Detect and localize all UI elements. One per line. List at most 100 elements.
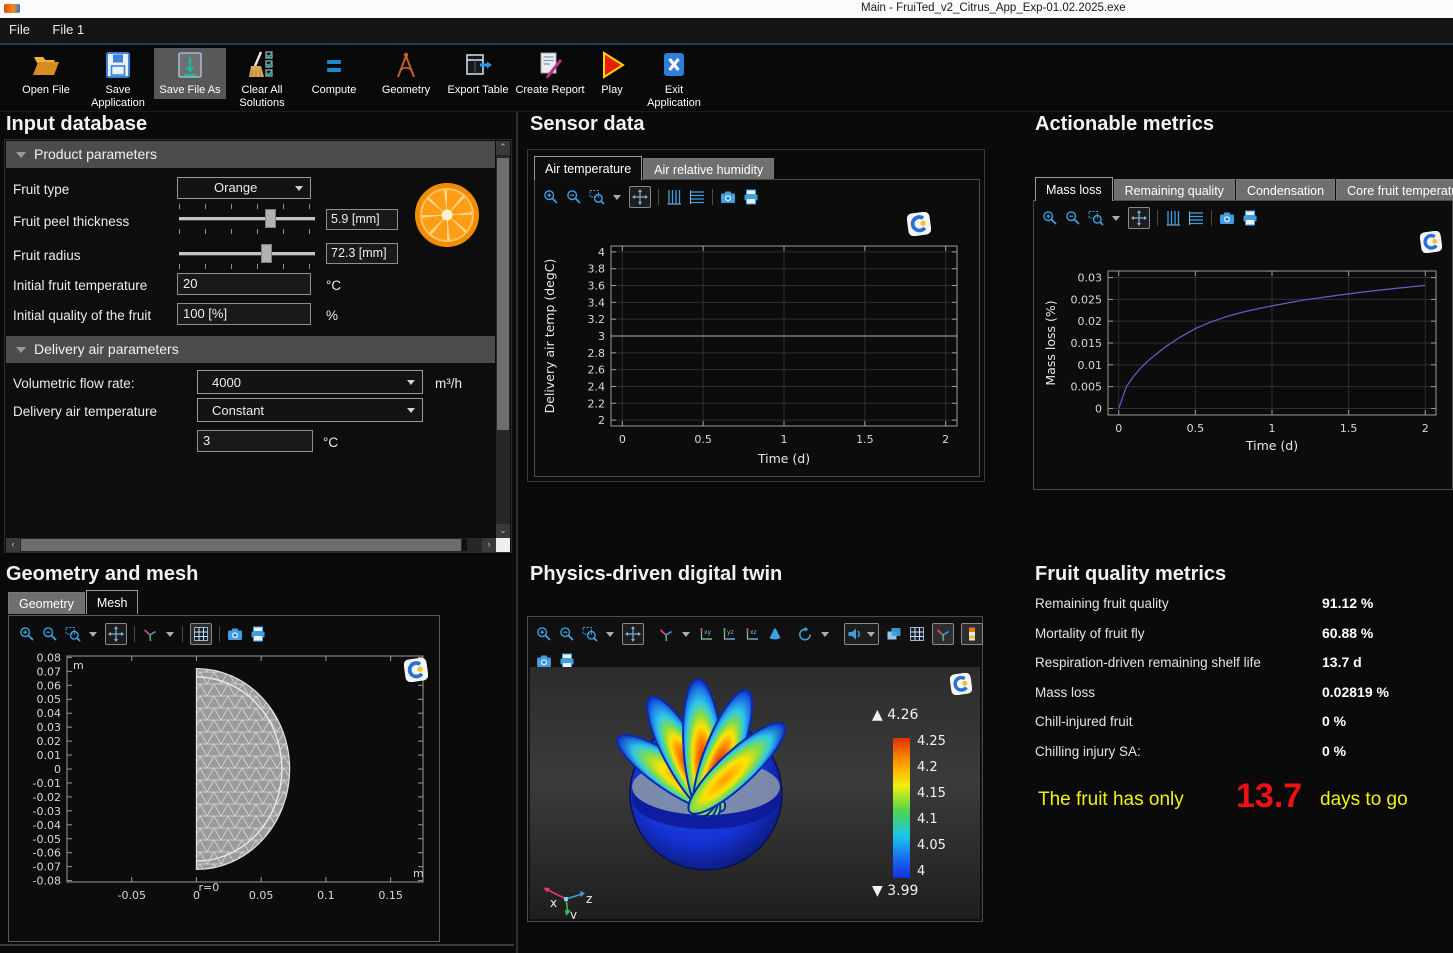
view-xy-icon[interactable] (698, 626, 714, 642)
fruit-radius-slider[interactable] (179, 237, 315, 271)
zoom-in-icon[interactable] (543, 189, 559, 205)
chevron-down-icon[interactable] (866, 631, 876, 638)
product-parameters-header[interactable]: Product parameters (6, 141, 495, 168)
horizontal-scrollbar[interactable]: ‹ › (6, 538, 496, 552)
zoom-out-icon[interactable] (566, 189, 582, 205)
zoom-in-icon[interactable] (19, 626, 35, 642)
snapshot-icon[interactable] (227, 626, 243, 642)
horizontal-scroll-thumb[interactable] (21, 539, 461, 551)
open-file-button[interactable]: Open File (10, 48, 82, 99)
print-icon[interactable] (1242, 210, 1258, 226)
initial-fruit-temperature-input[interactable]: 20 (177, 273, 311, 295)
zoom-in-icon[interactable] (536, 626, 552, 642)
zoom-in-icon[interactable] (1042, 210, 1058, 226)
show-grid-button[interactable] (190, 623, 212, 645)
fruit-radius-value[interactable]: 72.3 [mm] (326, 243, 398, 264)
zoom-box-icon[interactable] (582, 626, 598, 642)
slider-track[interactable] (179, 217, 315, 220)
show-color-legend-button[interactable] (961, 623, 983, 645)
fruit-type-dropdown[interactable]: Orange (177, 177, 311, 199)
zoom-box-icon[interactable] (1088, 210, 1104, 226)
digital-twin-scene[interactable]: x y z ▲ 4.26 4.25 4.2 4.15 4.1 4.05 4 ▼ … (530, 667, 980, 919)
chevron-down-icon (407, 408, 415, 413)
exit-application-button[interactable]: Exit Application (638, 48, 710, 112)
zoom-extents-button[interactable] (105, 623, 127, 645)
tab-core-fruit-temperature[interactable]: Core fruit temperature (1336, 179, 1453, 201)
zoom-extents-button[interactable] (1128, 207, 1150, 229)
slider-track[interactable] (179, 252, 315, 255)
play-button[interactable]: Play (586, 48, 638, 99)
scroll-right-arrow[interactable]: › (482, 538, 496, 552)
vertical-scrollbar[interactable]: ⌃ ⌄ (496, 141, 510, 538)
zoom-out-icon[interactable] (42, 626, 58, 642)
export-table-button[interactable]: Export Table (442, 48, 514, 99)
delivery-air-parameters-header[interactable]: Delivery air parameters (6, 336, 495, 363)
view-yz-icon[interactable] (721, 626, 737, 642)
volumetric-flow-rate-dropdown[interactable]: 4000 (197, 370, 423, 394)
fruit-peel-thickness-slider[interactable] (179, 202, 315, 236)
snapshot-icon[interactable] (720, 189, 736, 205)
initial-quality-input[interactable]: 100 [%] (177, 303, 311, 325)
tab-air-relative-humidity[interactable]: Air relative humidity (643, 158, 774, 180)
delivery-air-temperature-input[interactable]: 3 (197, 430, 313, 452)
menu-file[interactable]: File (0, 18, 39, 41)
tab-remaining-quality[interactable]: Remaining quality (1114, 179, 1235, 201)
chevron-down-icon[interactable] (605, 631, 615, 638)
zoom-out-icon[interactable] (1065, 210, 1081, 226)
chevron-down-icon[interactable] (681, 631, 691, 638)
snapshot-icon[interactable] (1219, 210, 1235, 226)
create-report-button[interactable]: Create Report (514, 48, 586, 99)
vertical-scroll-thumb[interactable] (497, 158, 509, 430)
scroll-up-arrow[interactable]: ⌃ (496, 141, 510, 155)
svg-text:-0.02: -0.02 (33, 791, 61, 804)
geometry-button[interactable]: Geometry (370, 48, 442, 99)
fruit-peel-thickness-value[interactable]: 5.9 [mm] (326, 209, 398, 230)
chevron-down-icon[interactable] (612, 194, 622, 201)
y-log-scale-icon[interactable] (1165, 210, 1181, 226)
tab-geometry[interactable]: Geometry (8, 592, 85, 614)
zoom-box-icon[interactable] (589, 189, 605, 205)
scene-light-icon[interactable] (886, 626, 902, 642)
compute-button[interactable]: Compute (298, 48, 370, 99)
transparency-button[interactable] (844, 623, 879, 645)
save-file-as-button[interactable]: Save File As (154, 48, 226, 99)
zoom-extents-button[interactable] (622, 623, 644, 645)
massloss-chart-canvas[interactable]: 00.511.5200.0050.010.0150.020.0250.03Tim… (1038, 253, 1450, 457)
x-log-scale-icon[interactable] (1188, 210, 1204, 226)
sensor-chart-canvas[interactable]: 00.511.5222.22.42.62.833.23.43.63.84Time… (537, 230, 977, 470)
chevron-down-icon[interactable] (165, 631, 175, 638)
initial-quality-unit: % (326, 308, 338, 323)
tab-air-temperature[interactable]: Air temperature (534, 156, 642, 180)
axis-orientation-icon[interactable] (658, 626, 674, 642)
rotate-view-icon[interactable] (797, 626, 813, 642)
menu-file1[interactable]: File 1 (43, 18, 93, 41)
colorbar (893, 738, 910, 878)
x-log-scale-icon[interactable] (689, 189, 705, 205)
tab-mesh[interactable]: Mesh (86, 590, 139, 614)
tab-mass-loss[interactable]: Mass loss (1035, 177, 1113, 201)
perspective-icon[interactable] (767, 626, 783, 642)
mesh-plot-canvas[interactable]: -0.0500.050.10.150.080.070.060.050.040.0… (11, 648, 437, 936)
zoom-box-icon[interactable] (65, 626, 81, 642)
slider-thumb[interactable] (265, 209, 276, 228)
print-icon[interactable] (743, 189, 759, 205)
zoom-extents-button[interactable] (629, 186, 651, 208)
show-axes-button[interactable] (932, 623, 954, 645)
chevron-down-icon[interactable] (1111, 215, 1121, 222)
chevron-down-icon[interactable] (820, 631, 830, 638)
clear-all-solutions-button[interactable]: Clear All Solutions (226, 48, 298, 112)
print-icon[interactable] (250, 626, 266, 642)
slider-thumb[interactable] (261, 244, 272, 263)
zoom-out-icon[interactable] (559, 626, 575, 642)
tab-condensation[interactable]: Condensation (1236, 179, 1335, 201)
scroll-left-arrow[interactable]: ‹ (6, 538, 20, 552)
save-application-button[interactable]: Save Application (82, 48, 154, 112)
y-log-scale-icon[interactable] (666, 189, 682, 205)
axis-orientation-icon[interactable] (142, 626, 158, 642)
view-xz-icon[interactable] (744, 626, 760, 642)
delivery-air-temperature-dropdown[interactable]: Constant (197, 398, 423, 422)
triad-x-label: x (550, 896, 557, 910)
grid-icon[interactable] (909, 626, 925, 642)
scroll-down-arrow[interactable]: ⌄ (496, 524, 510, 538)
chevron-down-icon[interactable] (88, 631, 98, 638)
